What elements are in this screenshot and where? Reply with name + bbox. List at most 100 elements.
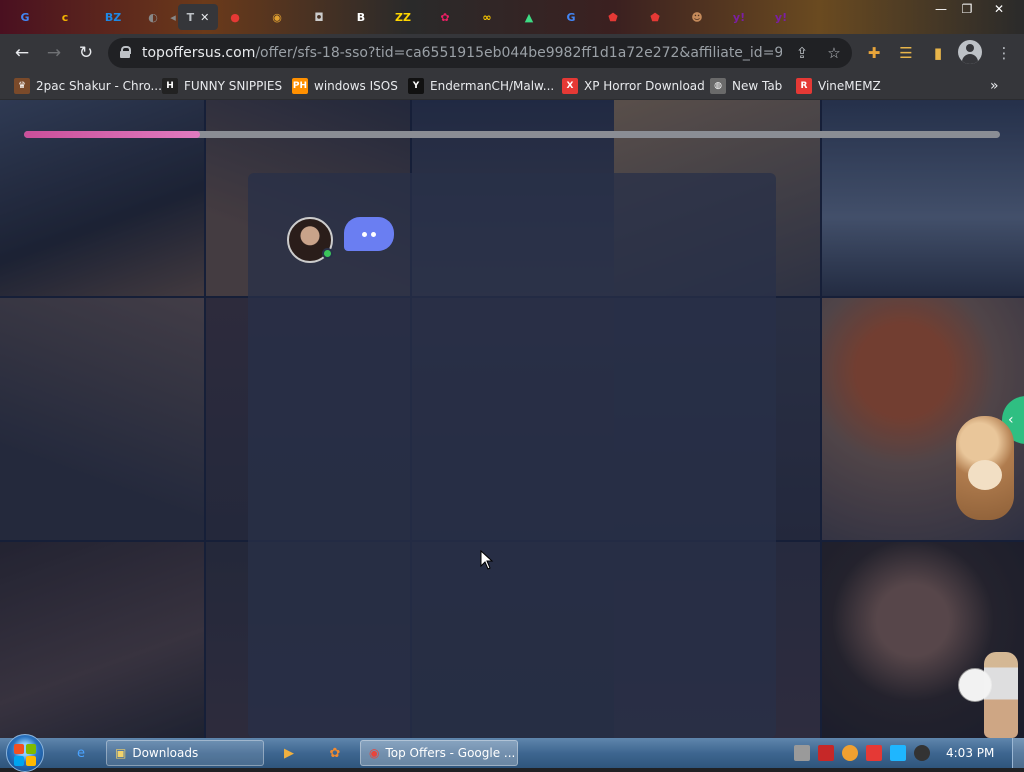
bookmark-favicon-icon: R bbox=[796, 78, 812, 94]
browser-tab[interactable]: ∞ bbox=[474, 4, 500, 30]
browser-tab[interactable]: ⬟ bbox=[600, 4, 626, 30]
bookmarks-bar: » ♛ 2pac Shakur - Chro... H FUNNY SNIPPIES P… bbox=[0, 72, 1024, 100]
bookmark-label: FUNNY SNIPPIES bbox=[184, 79, 283, 93]
browser-tab[interactable]: B bbox=[348, 4, 374, 30]
browser-tab[interactable]: ● bbox=[222, 4, 248, 30]
infinity-icon: ∞ bbox=[482, 10, 492, 24]
close-tab-icon[interactable]: ✕ bbox=[200, 11, 209, 24]
orange-icon: ◉ bbox=[272, 10, 282, 24]
bookmark-favicon-icon: H bbox=[162, 78, 178, 94]
zz-icon: ZZ bbox=[395, 10, 411, 24]
bookmark-item[interactable]: ♛ 2pac Shakur - Chro... bbox=[14, 76, 162, 96]
progress-bar bbox=[24, 131, 1000, 138]
internet-explorer-icon[interactable]: e bbox=[70, 742, 92, 764]
browser-tab[interactable]: ZZ bbox=[390, 4, 416, 30]
browser-tab[interactable]: y! bbox=[768, 4, 794, 30]
tray-network-icon[interactable] bbox=[794, 745, 810, 761]
record-icon: ● bbox=[230, 10, 240, 24]
bz-icon: BZ bbox=[104, 10, 122, 24]
bookmark-label: windows ISOS bbox=[314, 79, 398, 93]
tab-strip: — ❐ ✕ Gc BZ ◐ ◂ T ✕ ● ◉ ◘ B ZZ ✿ ∞ ▲ G ⬟ ⬟ ☻ y! y! bbox=[0, 0, 1024, 34]
paint-app-icon[interactable]: ✿ bbox=[324, 742, 346, 764]
browser-tab[interactable]: BZ bbox=[100, 4, 126, 30]
browser-tab[interactable]: ✿ bbox=[432, 4, 458, 30]
shield-icon: ⬟ bbox=[608, 10, 618, 24]
hamster-sticker-image bbox=[956, 416, 1014, 520]
bookmark-favicon-icon: X bbox=[562, 78, 578, 94]
taskbar-chrome-button[interactable]: ◉ Top Offers - Google ... bbox=[360, 740, 518, 766]
lock-icon[interactable] bbox=[120, 46, 131, 58]
browser-tab[interactable]: c bbox=[52, 4, 78, 30]
taskbar-button-label: Downloads bbox=[132, 746, 199, 760]
taskbar-clock[interactable]: 4:03 PM bbox=[946, 746, 994, 760]
tray-display-icon[interactable] bbox=[890, 745, 906, 761]
browser-tab[interactable]: ◉ bbox=[264, 4, 290, 30]
bookmark-favicon-icon: ◍ bbox=[710, 78, 726, 94]
typing-dot bbox=[371, 231, 376, 237]
tray-antivirus-icon[interactable] bbox=[818, 745, 834, 761]
bookmark-item[interactable]: R VineMEMZ bbox=[796, 76, 881, 96]
menu-kebab-icon[interactable]: ⋮ bbox=[994, 43, 1014, 63]
tray-flag-icon[interactable] bbox=[866, 745, 882, 761]
browser-tab[interactable]: ▲ bbox=[516, 4, 542, 30]
browser-tab-active[interactable]: T ✕ bbox=[178, 4, 218, 30]
address-bar[interactable]: topoffersus.com/offer/sfs-18-sso?tid=ca6… bbox=[108, 38, 852, 68]
show-desktop-button[interactable] bbox=[1012, 738, 1024, 768]
bookmark-item[interactable]: X XP Horror Download bbox=[562, 76, 705, 96]
downloads-folder-icon: ▣ bbox=[115, 746, 127, 760]
monkey-icon: ☻ bbox=[691, 10, 703, 24]
side-panel-icon[interactable]: ▮ bbox=[928, 43, 948, 63]
bookmarks-overflow-button[interactable]: » bbox=[990, 76, 999, 96]
bookmark-label: 2pac Shakur - Chro... bbox=[36, 79, 162, 93]
taskbar-button-label: Top Offers - Google ... bbox=[385, 746, 516, 760]
browser-tab[interactable]: ⬟ bbox=[642, 4, 668, 30]
browser-tab[interactable]: ☻ bbox=[684, 4, 710, 30]
restore-button[interactable]: ❐ bbox=[954, 0, 980, 18]
close-window-button[interactable]: ✕ bbox=[986, 0, 1012, 18]
mouse-cursor-icon bbox=[480, 550, 494, 570]
extensions-puzzle-icon[interactable]: ✚ bbox=[864, 43, 884, 63]
bookmark-item[interactable]: PH windows ISOS bbox=[292, 76, 398, 96]
bookmark-label: XP Horror Download bbox=[584, 79, 705, 93]
bookmark-star-icon[interactable]: ☆ bbox=[824, 43, 844, 63]
bookmark-item[interactable]: H FUNNY SNIPPIES bbox=[162, 76, 282, 96]
bookmark-item[interactable]: ◍ New Tab bbox=[710, 76, 782, 96]
media-queue-icon[interactable]: ☰ bbox=[896, 43, 916, 63]
url-text[interactable]: topoffersus.com/offer/sfs-18-sso?tid=ca6… bbox=[142, 45, 782, 61]
profile-avatar-icon[interactable] bbox=[958, 40, 982, 64]
reload-button[interactable]: ↻ bbox=[74, 41, 98, 65]
camera-icon: ◘ bbox=[314, 10, 324, 24]
tray-volume-icon[interactable] bbox=[914, 745, 930, 761]
tray-search-icon[interactable] bbox=[842, 745, 858, 761]
browser-tab[interactable]: G bbox=[558, 4, 584, 30]
share-icon[interactable]: ⇪ bbox=[792, 43, 812, 63]
browser-tab[interactable]: G bbox=[12, 4, 38, 30]
bookmark-label: New Tab bbox=[732, 79, 783, 93]
taskbar-downloads-button[interactable]: ▣ Downloads bbox=[106, 740, 264, 766]
bookmark-label: VineMEMZ bbox=[818, 79, 881, 93]
curly-logo-icon: c bbox=[61, 10, 69, 24]
windows-logo-icon bbox=[14, 744, 36, 766]
browser-tab[interactable]: ◘ bbox=[306, 4, 332, 30]
minimize-button[interactable]: — bbox=[928, 0, 954, 18]
bookmark-favicon-icon: Y bbox=[408, 78, 424, 94]
online-status-dot bbox=[322, 248, 333, 259]
forward-button[interactable]: → bbox=[42, 41, 66, 65]
google-icon: G bbox=[20, 10, 30, 24]
back-button[interactable]: ← bbox=[10, 41, 34, 65]
red-shield-icon: ⬟ bbox=[650, 10, 660, 24]
media-player-icon[interactable]: ▶ bbox=[278, 742, 300, 764]
bookmark-label: EndermanCH/Malw... bbox=[430, 79, 555, 93]
android-icon: ▲ bbox=[524, 10, 534, 24]
bookmark-item[interactable]: Y EndermanCH/Malw... bbox=[408, 76, 554, 96]
dancer-sticker-image bbox=[984, 652, 1018, 738]
topoffers-tab-icon: T bbox=[186, 10, 195, 24]
page-content: ‹ bbox=[0, 100, 1024, 738]
pink-icon: ✿ bbox=[440, 10, 450, 24]
windows-taskbar: e ▣ Downloads ▶ ✿ ◉ Top Offers - Google … bbox=[0, 734, 1024, 772]
google-icon: G bbox=[566, 10, 576, 24]
browser-tab[interactable]: y! bbox=[726, 4, 752, 30]
typing-indicator-bubble bbox=[344, 217, 394, 251]
typing-dot bbox=[362, 231, 367, 237]
bold-b-icon: B bbox=[356, 10, 366, 24]
